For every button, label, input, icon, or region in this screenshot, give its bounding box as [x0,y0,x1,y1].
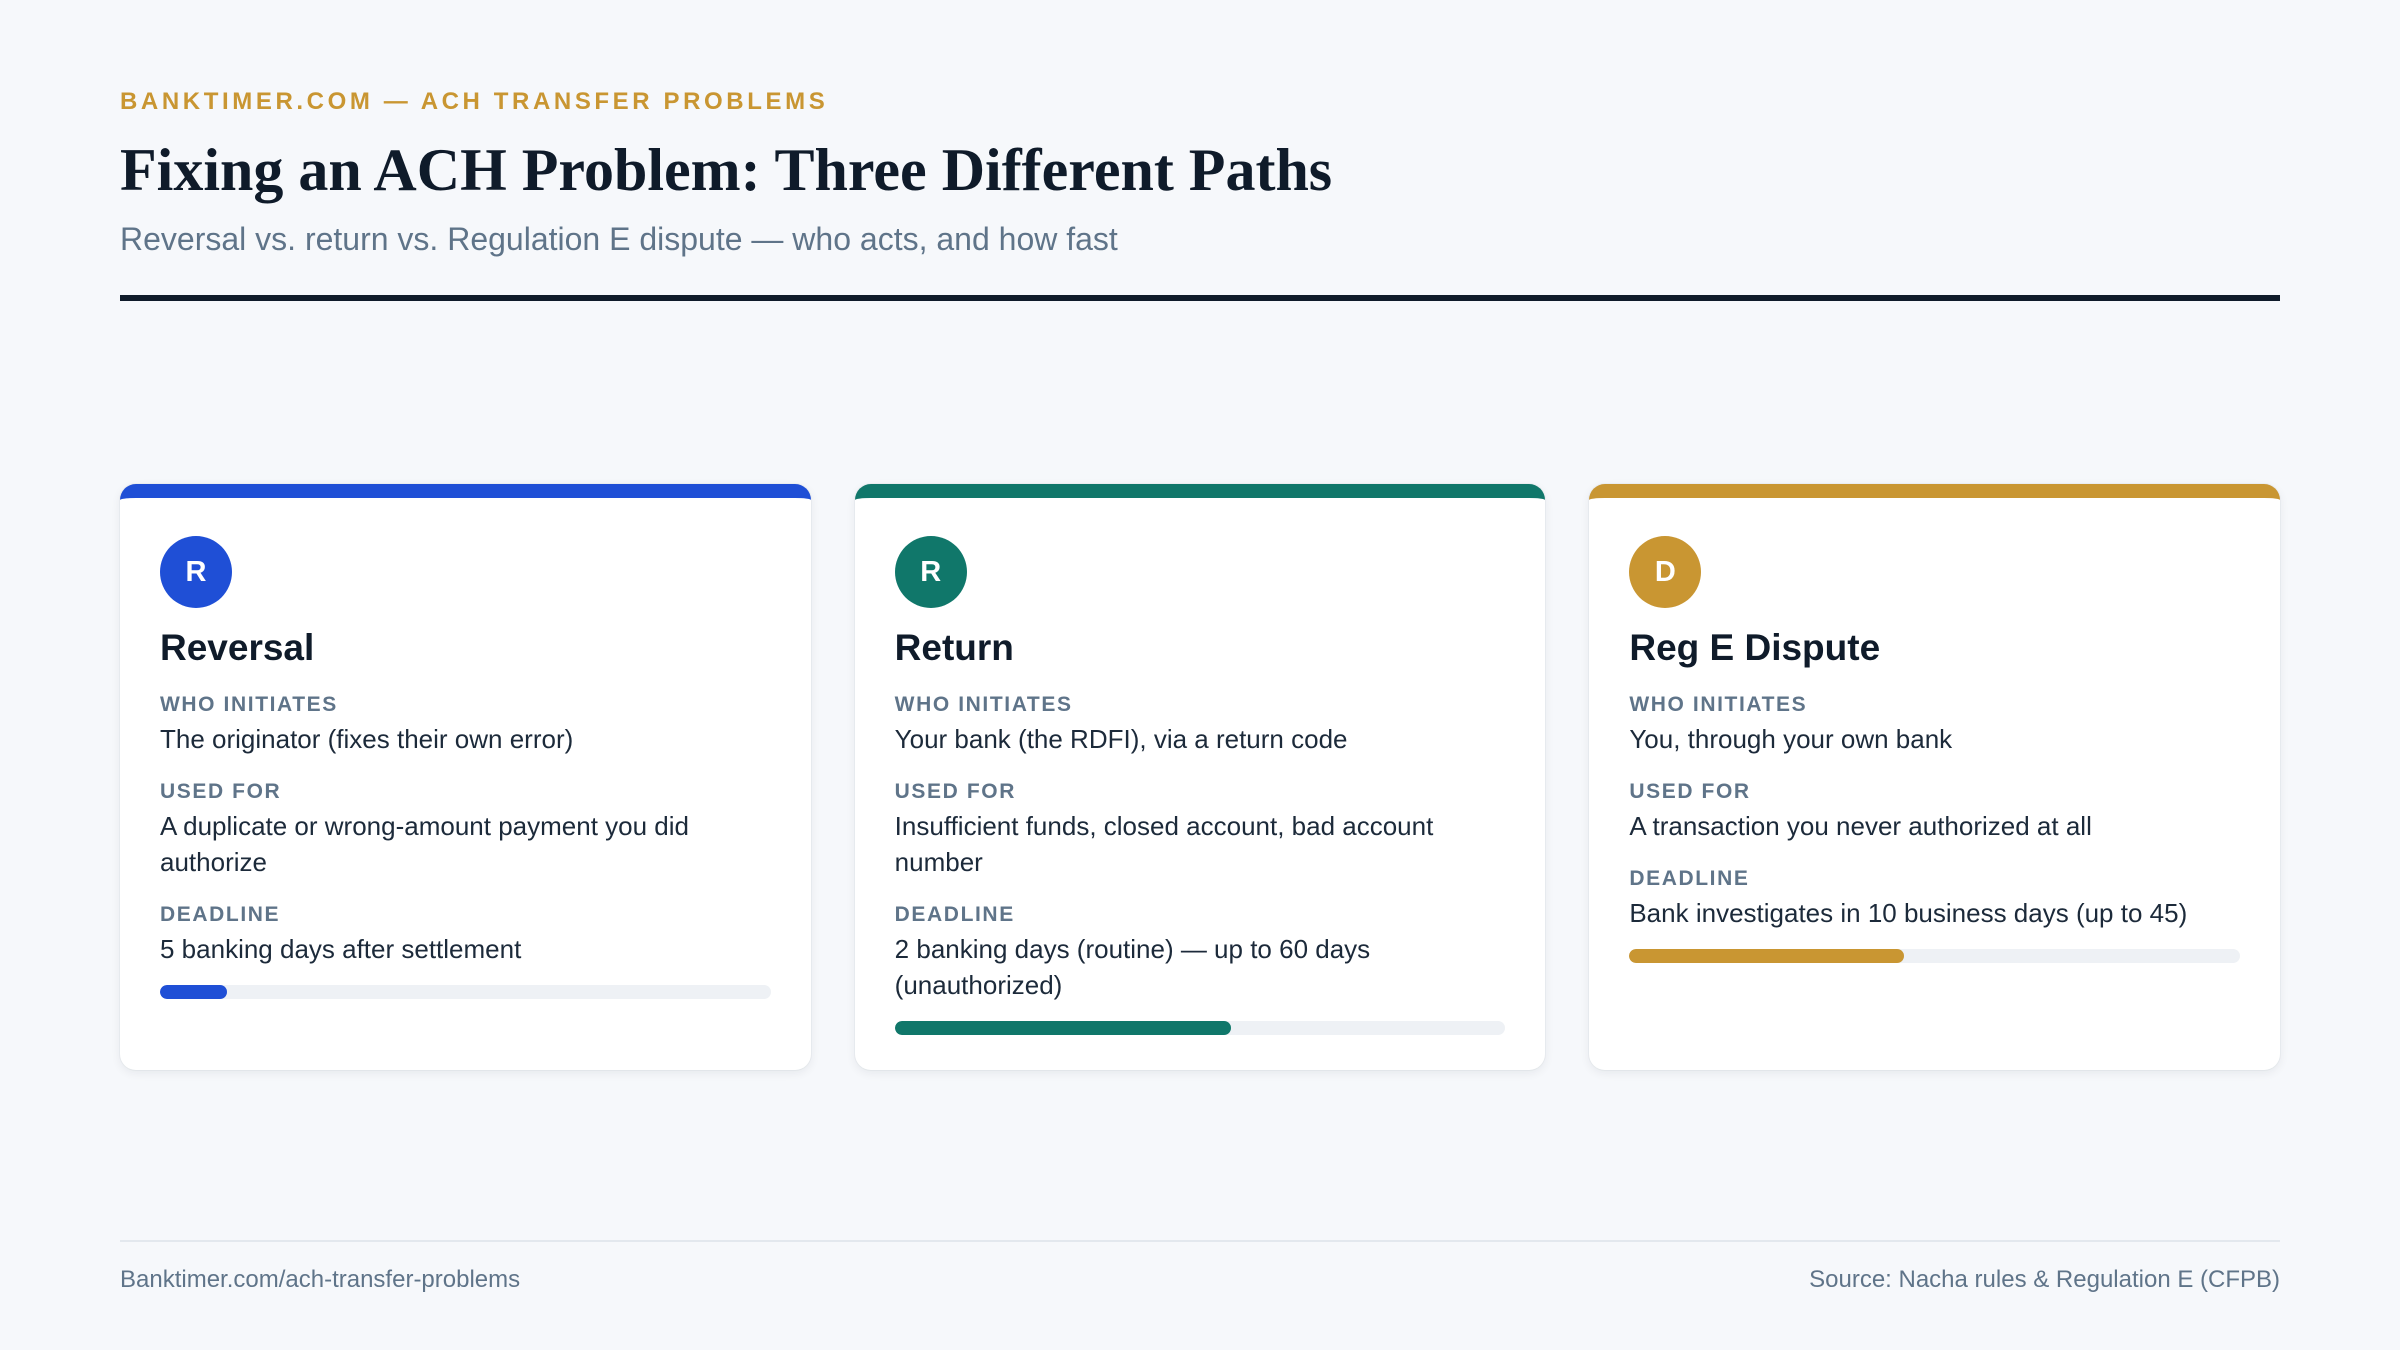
deadline-progress-bar [894,1021,1506,1035]
card-reg-e-dispute: D Reg E Dispute WHO INITIATES You, throu… [1589,484,2281,1070]
field-value: Bank investigates in 10 business days (u… [1629,898,2188,928]
eyebrow-label: BANKTIMER.COM — ACH TRANSFER PROBLEMS [120,88,829,115]
comparison-cards: R Reversal WHO INITIATES The originator … [120,484,2281,1070]
field-label: DEADLINE [160,903,281,926]
deadline-progress-fill [160,985,228,999]
deadline-field: DEADLINE Bank investigates in 10 busines… [1629,866,2240,931]
card-title: Reversal [160,627,315,668]
card-reversal: R Reversal WHO INITIATES The originator … [120,484,811,1070]
field-value: You, through your own bank [1629,724,1953,754]
field-label: DEADLINE [894,903,1015,926]
footer-source: Source: Nacha rules & Regulation E (CFPB… [1809,1266,2280,1293]
page-title: Fixing an ACH Problem: Three Different P… [120,137,1333,203]
used-for-field: USED FOR Insufficient funds, closed acco… [895,779,1506,880]
card-title: Reg E Dispute [1629,627,1881,668]
field-value: 5 banking days after settlement [160,934,522,964]
deadline-progress-fill [894,1021,1231,1035]
who-initiates-field: WHO INITIATES You, through your own bank [1629,692,2240,757]
field-value: A duplicate or wrong-amount payment you … [160,811,689,877]
return-badge-icon: R [894,536,967,608]
deadline-progress-bar [160,985,771,999]
field-value: The originator (fixes their own error) [160,724,574,754]
who-initiates-field: WHO INITIATES Your bank (the RDFI), via … [895,692,1506,757]
footer-divider [120,1240,2280,1242]
field-value: Insufficient funds, closed account, bad … [894,811,1434,877]
field-label: USED FOR [160,780,282,803]
field-label: WHO INITIATES [160,693,338,716]
field-label: WHO INITIATES [1629,693,1808,716]
field-label: USED FOR [894,780,1016,803]
header-divider [120,295,2280,301]
dispute-badge-icon: D [1629,536,1702,608]
field-value: Your bank (the RDFI), via a return code [894,724,1348,754]
card-title: Return [894,627,1014,668]
deadline-progress-fill [1629,949,1905,963]
used-for-field: USED FOR A transaction you never authori… [1629,779,2240,844]
reversal-badge-icon: R [160,536,232,608]
field-label: USED FOR [1629,780,1751,803]
who-initiates-field: WHO INITIATES The originator (fixes thei… [160,692,771,757]
footer-url: Banktimer.com/ach-transfer-problems [120,1266,521,1293]
field-value: 2 banking days (routine) — up to 60 days… [894,934,1371,1000]
field-label: WHO INITIATES [894,693,1073,716]
deadline-progress-bar [1629,949,2241,963]
used-for-field: USED FOR A duplicate or wrong-amount pay… [160,779,771,880]
card-return: R Return WHO INITIATES Your bank (the RD… [854,484,1546,1070]
deadline-field: DEADLINE 5 banking days after settlement [160,902,771,967]
field-label: DEADLINE [1629,867,1750,890]
page-subtitle: Reversal vs. return vs. Regulation E dis… [120,221,1118,257]
field-value: A transaction you never authorized at al… [1629,811,2092,841]
deadline-field: DEADLINE 2 banking days (routine) — up t… [895,902,1506,1003]
